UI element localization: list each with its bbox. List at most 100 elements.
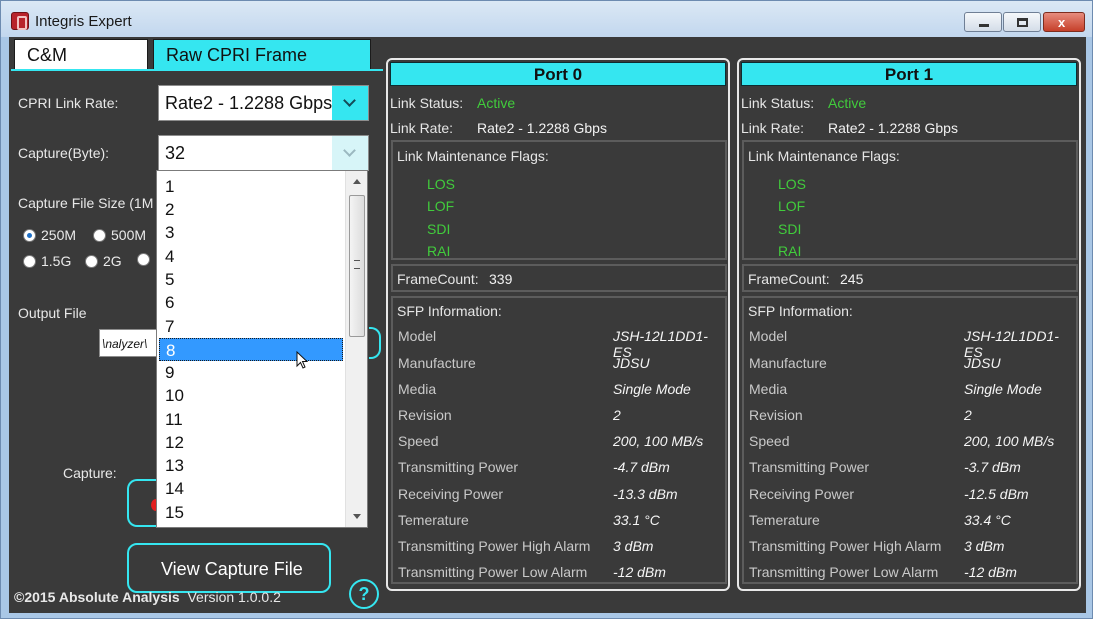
sfp-label: Receiving Power xyxy=(398,486,504,502)
capture-byte-dropdown-button[interactable] xyxy=(332,136,368,170)
file-size-radio-2g[interactable]: 2G xyxy=(85,253,122,269)
cpri-link-rate-dropdown-button[interactable] xyxy=(332,86,368,120)
dropdown-option-7[interactable]: 7 xyxy=(159,315,343,338)
cpri-link-rate-select[interactable]: Rate2 - 1.2288 Gbps xyxy=(158,85,369,121)
sfp-label: Transmitting Power xyxy=(749,459,870,475)
view-capture-file-button[interactable]: View Capture File xyxy=(127,543,331,593)
file-size-label: 1.5G xyxy=(41,253,72,269)
dropdown-option-6[interactable]: 6 xyxy=(159,291,343,314)
radio-unchecked-icon xyxy=(85,254,98,268)
copyright-text: ©2015 Absolute Analysis xyxy=(14,589,180,605)
sfp-value: 200, 100 MB/s xyxy=(613,433,704,449)
dropdown-option-9[interactable]: 9 xyxy=(159,361,343,384)
capture-byte-select[interactable]: 32 xyxy=(158,135,369,171)
sfp-value: 33.1 °C xyxy=(613,512,660,528)
dropdown-option-11[interactable]: 11 xyxy=(159,408,343,431)
sfp-label: Manufacture xyxy=(398,355,476,371)
file-size-radio-other[interactable] xyxy=(137,253,155,266)
port-panel-1: Port 1 Link Status: Active Link Rate: Ra… xyxy=(737,58,1081,591)
scroll-down-arrow-icon[interactable] xyxy=(353,514,361,519)
close-button[interactable]: x xyxy=(1043,12,1085,32)
output-file-input[interactable]: \nalyzer\ xyxy=(99,329,159,357)
sfp-label: Transmitting Power High Alarm xyxy=(398,538,591,554)
link-rate-value: Rate2 - 1.2288 Gbps xyxy=(828,120,958,136)
dropdown-option-15[interactable]: 15 xyxy=(159,501,343,524)
window-title: Integris Expert xyxy=(35,13,132,30)
close-icon: x xyxy=(1058,15,1066,30)
dropdown-option-5[interactable]: 5 xyxy=(159,268,343,291)
client-area: C&M Capture Raw CPRI Frame Capture CPRI … xyxy=(9,37,1086,613)
sfp-value: Single Mode xyxy=(613,381,691,397)
dropdown-option-3[interactable]: 3 xyxy=(159,221,343,244)
sfp-value: JDSU xyxy=(613,355,650,371)
sfp-title: SFP Information: xyxy=(748,303,853,319)
file-size-label: 2G xyxy=(103,253,122,269)
capture-file-size-label: Capture File Size (1M xyxy=(18,195,154,211)
dropdown-option-4[interactable]: 4 xyxy=(159,245,343,268)
sfp-label: Transmitting Power Low Alarm xyxy=(398,564,588,580)
footer: ©2015 Absolute Analysis Version 1.0.0.2 xyxy=(14,589,281,605)
file-size-radio-250m[interactable]: 250M xyxy=(23,227,76,243)
scroll-up-arrow-icon[interactable] xyxy=(353,179,361,184)
link-rate-label: Link Rate: xyxy=(390,120,454,136)
radio-checked-icon xyxy=(23,228,36,242)
maximize-icon xyxy=(1017,18,1028,27)
sfp-value: -12 dBm xyxy=(964,564,1017,580)
sfp-label: Revision xyxy=(398,407,452,423)
sfp-value: 2 xyxy=(964,407,972,423)
framecount-box: FrameCount: 339 xyxy=(391,264,727,292)
port-title: Port 0 xyxy=(390,62,726,86)
sfp-information-box: SFP Information: Model JSH-12L1DD1-ES Ma… xyxy=(391,296,727,584)
browse-button[interactable] xyxy=(369,327,381,359)
sfp-label: Manufacture xyxy=(749,355,827,371)
radio-unchecked-icon xyxy=(23,254,36,268)
flag-los: LOS xyxy=(427,176,456,192)
flag-sdi: SDI xyxy=(427,221,451,237)
sfp-value: -13.3 dBm xyxy=(613,486,678,502)
version-text: Version 1.0.0.2 xyxy=(187,589,281,605)
sfp-value: 3 dBm xyxy=(964,538,1005,554)
file-size-radio-1-5g[interactable]: 1.5G xyxy=(23,253,71,269)
sfp-label: Temerature xyxy=(398,512,469,528)
cpri-link-rate-value: Rate2 - 1.2288 Gbps xyxy=(165,93,333,113)
dropdown-scrollbar[interactable] xyxy=(345,171,367,527)
dropdown-option-12[interactable]: 12 xyxy=(159,431,343,454)
dropdown-option-2[interactable]: 2 xyxy=(159,198,343,221)
dropdown-option-1[interactable]: 1 xyxy=(159,175,343,198)
sfp-label: Media xyxy=(398,381,437,397)
app-window: Integris Expert x C&M Capture Raw CPRI F… xyxy=(0,0,1093,619)
flag-lof: LOF xyxy=(427,198,455,214)
sfp-label: Transmitting Power Low Alarm xyxy=(749,564,939,580)
flag-los: LOS xyxy=(778,176,807,192)
link-maintenance-flags-box: Link Maintenance Flags: LOS LOF SDI RAI xyxy=(391,140,727,260)
link-status-label: Link Status: xyxy=(390,95,464,111)
file-size-label: 250M xyxy=(41,227,77,243)
dropdown-option-10[interactable]: 10 xyxy=(159,384,343,407)
file-size-radio-500m[interactable]: 500M xyxy=(93,227,146,243)
scroll-thumb[interactable] xyxy=(349,195,365,337)
tab-raw-cpri-frame-capture[interactable]: Raw CPRI Frame Capture xyxy=(153,39,371,86)
chevron-down-icon xyxy=(343,94,356,107)
sfp-value: 33.4 °C xyxy=(964,512,1011,528)
dropdown-option-14[interactable]: 14 xyxy=(159,477,343,500)
framecount-value: 245 xyxy=(840,271,864,287)
dropdown-option-13[interactable]: 13 xyxy=(159,454,343,477)
sfp-label: Receiving Power xyxy=(749,486,855,502)
flag-lof: LOF xyxy=(778,198,806,214)
maximize-button[interactable] xyxy=(1003,12,1041,32)
link-status-value: Active xyxy=(477,95,516,111)
link-rate-label: Link Rate: xyxy=(741,120,805,136)
help-button[interactable]: ? xyxy=(349,579,379,609)
title-bar[interactable]: Integris Expert x xyxy=(1,1,1092,37)
tab-cm-capture[interactable]: C&M Capture xyxy=(14,39,148,86)
output-file-label: Output File xyxy=(18,305,87,321)
sfp-label: Model xyxy=(398,328,437,344)
minimize-button[interactable] xyxy=(964,12,1002,32)
link-maintenance-flags-box: Link Maintenance Flags: LOS LOF SDI RAI xyxy=(742,140,1078,260)
link-rate-value: Rate2 - 1.2288 Gbps xyxy=(477,120,607,136)
sfp-value: -3.7 dBm xyxy=(964,459,1021,475)
sfp-label: Transmitting Power xyxy=(398,459,519,475)
flag-rai: RAI xyxy=(778,243,802,259)
capture-byte-dropdown-list[interactable]: 1 2 3 4 5 6 7 8 9 10 11 12 13 14 15 xyxy=(156,170,368,528)
dropdown-option-8[interactable]: 8 xyxy=(159,338,343,361)
